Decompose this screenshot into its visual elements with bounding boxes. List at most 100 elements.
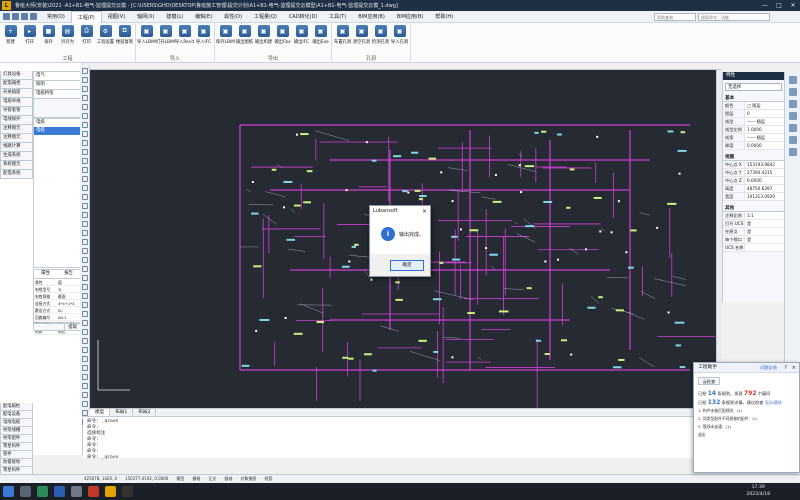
menu-item[interactable]: BIM应用(B) xyxy=(352,11,391,23)
draw-tool-icon[interactable] xyxy=(82,194,88,200)
left-tab-item[interactable]: 生成系统 xyxy=(0,152,33,161)
property-section-title[interactable]: 其他 xyxy=(723,205,784,212)
property-row[interactable]: 电缆型号 YJ xyxy=(34,286,80,293)
start-icon[interactable] xyxy=(3,486,14,497)
draw-tool-icon[interactable] xyxy=(82,266,88,272)
status-item[interactable]: 极轴 xyxy=(224,475,232,483)
left-tab-item[interactable]: 配电设备 xyxy=(0,411,33,419)
assistant-exit[interactable]: 退出 xyxy=(694,431,799,439)
draw-tool-icon[interactable] xyxy=(82,104,88,110)
assistant-close-icon[interactable]: × xyxy=(792,363,796,373)
property-row[interactable]: UCS 名称 xyxy=(723,244,784,252)
draw-tool-icon[interactable] xyxy=(82,158,88,164)
menu-item[interactable]: 常用(O) xyxy=(41,11,71,23)
draw-tool-icon[interactable] xyxy=(82,356,88,362)
draw-tool-icon[interactable] xyxy=(82,140,88,146)
draw-tool-icon[interactable] xyxy=(82,221,88,227)
menu-item[interactable]: 编辑(E) xyxy=(189,11,218,23)
undo-icon[interactable] xyxy=(30,13,37,20)
property-row[interactable]: 宽度 101313.0929 xyxy=(723,193,784,201)
draw-tool-icon[interactable] xyxy=(82,122,88,128)
property-row[interactable]: 厚度 0.0000 xyxy=(723,142,784,150)
layer-icon[interactable] xyxy=(789,112,797,120)
draw-tool-icon[interactable] xyxy=(82,248,88,254)
property-row[interactable]: 敷设方式 SC xyxy=(34,307,80,314)
command-search-input[interactable]: 搜索命令、功能 xyxy=(698,13,770,21)
draw-tool-icon[interactable] xyxy=(82,176,88,182)
app-icon-wps[interactable] xyxy=(88,486,99,497)
status-item[interactable]: 对象捕捉 xyxy=(240,475,256,483)
status-item[interactable]: 正交 xyxy=(208,475,216,483)
layout-tab[interactable]: 模型 xyxy=(90,409,111,416)
pan-icon[interactable] xyxy=(789,76,797,84)
layout-tab[interactable]: 布局2 xyxy=(133,409,157,416)
draw-tool-icon[interactable] xyxy=(82,347,88,353)
draw-tool-icon[interactable] xyxy=(82,284,88,290)
property-row[interactable]: 注释比例 1:1 xyxy=(723,212,784,220)
menu-item[interactable]: 工程(P) xyxy=(70,10,102,23)
feedback-link[interactable]: 问题反馈 xyxy=(760,363,777,373)
command-line[interactable]: 命令: _qsave 命令: 选择标注 命令: 命令: 命令: 命令: _qsave xyxy=(83,416,695,460)
check-item[interactable]: 3. 管线未连通：(1) xyxy=(694,423,799,431)
left-tab-item[interactable]: 桥架配件 xyxy=(0,435,33,443)
left-tab-item[interactable]: 导管套管 xyxy=(0,107,33,116)
left-tab-item[interactable]: 注释图元 xyxy=(0,125,33,134)
draw-tool-icon[interactable] xyxy=(82,167,88,173)
property-row[interactable]: 颜色 □ 随层 xyxy=(723,102,784,110)
draw-tool-icon[interactable] xyxy=(82,320,88,326)
draw-tool-icon[interactable] xyxy=(82,383,88,389)
left-tab-item[interactable]: 配电箱柜 xyxy=(0,80,33,89)
left-tab-item[interactable]: 电线保护 xyxy=(0,116,33,125)
draw-tool-icon[interactable] xyxy=(82,185,88,191)
measure-icon[interactable] xyxy=(789,136,797,144)
settings-icon[interactable] xyxy=(789,148,797,156)
dialog-close-icon[interactable]: × xyxy=(422,206,427,217)
left-tab-item[interactable]: 开关插座 xyxy=(0,89,33,98)
check-item[interactable]: 2. 同类型配件不同规格的配件：(1) xyxy=(694,415,799,423)
menu-item[interactable]: 工具(T) xyxy=(323,11,352,23)
draw-tool-icon[interactable] xyxy=(82,239,88,245)
draw-tool-icon[interactable] xyxy=(82,401,88,407)
app-icon-explorer[interactable] xyxy=(71,486,82,497)
open-icon[interactable] xyxy=(12,13,19,20)
system-select[interactable]: 照明 xyxy=(34,81,80,90)
draw-tool-icon[interactable] xyxy=(82,131,88,137)
draw-tool-icon[interactable] xyxy=(82,149,88,155)
draw-tool-icon[interactable] xyxy=(82,68,88,74)
property-row[interactable]: 中心点 Y 27394.4215 xyxy=(723,169,784,177)
zoom-icon[interactable] xyxy=(789,88,797,96)
minimize-button[interactable]: — xyxy=(758,0,772,11)
draw-tool-icon[interactable] xyxy=(82,365,88,371)
draw-tool-icon[interactable] xyxy=(82,230,88,236)
menu-item[interactable]: 属性(D) xyxy=(218,11,248,23)
property-row[interactable]: 中心点 Z 0.0000 xyxy=(723,177,784,185)
check-item[interactable]: 1. 构件未被匹配规则：(1) xyxy=(694,407,799,415)
maximize-button[interactable]: □ xyxy=(772,0,786,11)
show-rules-link[interactable]: 显示规则 xyxy=(765,400,782,405)
left-tab-item[interactable]: 系统图元 xyxy=(0,161,33,170)
property-row[interactable]: 在原点是 xyxy=(723,228,784,236)
orbit-icon[interactable] xyxy=(789,100,797,108)
property-row[interactable]: 线型 —— 随层 xyxy=(723,118,784,126)
tab-report[interactable]: 报告 xyxy=(57,270,80,278)
menu-item[interactable]: 工程量(Q) xyxy=(248,11,283,23)
draw-tool-icon[interactable] xyxy=(82,311,88,317)
draw-tool-icon[interactable] xyxy=(82,95,88,101)
left-tab-item[interactable]: 防雷接地 xyxy=(0,459,33,467)
type-select[interactable]: 电缆桥架 xyxy=(34,90,80,99)
property-row[interactable]: 回路编号 WL1 xyxy=(34,314,80,321)
search-icon[interactable] xyxy=(20,486,31,497)
left-tab-item[interactable]: 注释图元 xyxy=(0,134,33,143)
draw-tool-icon[interactable] xyxy=(82,302,88,308)
draw-tool-icon[interactable] xyxy=(82,113,88,119)
draw-tool-icon[interactable] xyxy=(82,293,88,299)
status-item[interactable]: 模型 xyxy=(176,475,184,483)
selection-select[interactable]: 无选择 xyxy=(725,83,782,91)
help-search-input[interactable]: 帮助查询 xyxy=(654,13,696,21)
property-row[interactable]: 线宽 —— 随层 xyxy=(723,134,784,142)
left-tab-item[interactable]: 零星构件 xyxy=(0,443,33,451)
draw-tool-icon[interactable] xyxy=(82,275,88,281)
property-section-title[interactable]: 基本 xyxy=(723,95,784,102)
left-tab-item[interactable]: 管件 xyxy=(0,451,33,459)
extract-button[interactable]: 提取 xyxy=(64,324,80,330)
